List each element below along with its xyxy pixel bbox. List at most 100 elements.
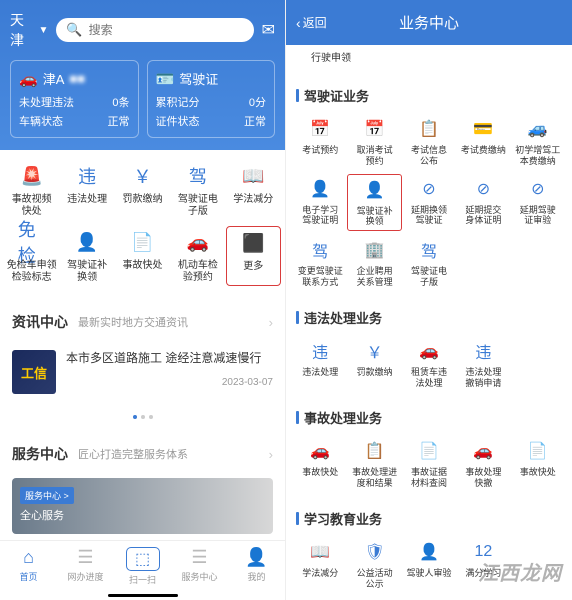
cat-icon: 🚗: [308, 439, 332, 463]
cat-0-item-10[interactable]: 驾变更驾驶证联系方式: [294, 238, 346, 288]
grid-item-9[interactable]: ⬛更多: [226, 226, 281, 286]
cat-0-item-1[interactable]: 📅取消考试预约: [348, 117, 400, 167]
grid-item-5[interactable]: 免检免检车申领检验标志: [6, 228, 57, 284]
title-bar-icon: [296, 512, 299, 525]
news-item[interactable]: 工信 本市多区道路施工 途经注意减速慢行 2023-03-07: [0, 342, 285, 402]
grid-item-0[interactable]: 🚨事故视频快处: [6, 162, 57, 218]
back-button[interactable]: ‹ 返回: [296, 14, 327, 31]
grid-item-1[interactable]: 违违法处理: [61, 162, 112, 218]
category-2: 事故处理业务🚗事故快处📋事故处理进度和结果📄事故证据材料查阅🚗事故处理快撤📄事故…: [294, 402, 564, 495]
grid-item-4[interactable]: 📖学法减分: [228, 162, 279, 218]
cat-3-item-0[interactable]: 📖学法减分: [294, 540, 346, 590]
grid-label: 驾驶证电子版: [178, 194, 218, 218]
cat-icon: 📅: [363, 117, 387, 141]
grid-item-8[interactable]: 🚗机动车检验预约: [172, 228, 223, 284]
nav-icon: 👤: [245, 547, 267, 568]
cat-0-item-8[interactable]: ⊘延期提交身体证明: [457, 177, 509, 229]
city-selector[interactable]: 天津: [10, 10, 31, 50]
grid-item-7[interactable]: 📄事故快处: [117, 228, 168, 284]
news-subtitle: 最新实时地方交通资讯: [78, 314, 269, 330]
cat-icon: 📄: [417, 439, 441, 463]
cat-2-item-0[interactable]: 🚗事故快处: [294, 439, 346, 489]
cat-0-item-7[interactable]: ⊘延期换领驾驶证: [403, 177, 455, 229]
category-0: 驾驶证业务📅考试预约📅取消考试预约📋考试信息公布💳考试费缴纳🚙初学增驾工本费缴纳…: [294, 80, 564, 294]
message-icon[interactable]: ✉: [262, 20, 275, 40]
cat-label: 事故证据材料查阅: [411, 467, 447, 489]
category-1: 违法处理业务违违法处理￥罚款缴纳🚗租赁车违法处理违违法处理撤销申请: [294, 302, 564, 395]
left-screenshot: 天津 ▼ 🔍 ✉ 🚗 津A ■■ 未处理违法 0条 车辆状态: [0, 0, 286, 600]
nav-item-0[interactable]: ⌂首页: [0, 547, 57, 586]
cat-icon: 违: [308, 339, 332, 363]
news-section-header[interactable]: 资讯中心 最新实时地方交通资讯 ›: [0, 302, 285, 342]
cat-0-item-12[interactable]: 驾驾驶证电子版: [403, 238, 455, 288]
grid-icon: 🚨: [18, 162, 46, 190]
title-bar-icon: [296, 89, 299, 102]
blurred-text: ■■: [69, 71, 85, 86]
nav-item-2[interactable]: ⬚扫一扫: [114, 547, 171, 586]
title-bar-icon: [296, 311, 299, 324]
cat-label: 变更驾驶证联系方式: [298, 266, 343, 288]
nav-item-1[interactable]: ☰网办进度: [57, 547, 114, 586]
cat-label: 违法处理撤销申请: [465, 367, 501, 389]
grid-icon: 📄: [128, 228, 156, 256]
cat-1-item-0[interactable]: 违违法处理: [294, 339, 346, 389]
cat-label: 学法减分: [302, 568, 338, 579]
back-arrow-icon: ‹: [296, 15, 301, 31]
grid-item-2[interactable]: ￥罚款缴纳: [117, 162, 168, 218]
nav-item-3[interactable]: ☰ 服务中心: [171, 547, 228, 586]
nav-label: 我的: [247, 570, 265, 583]
cat-0-item-5[interactable]: 👤电子学习驾驶证明: [294, 177, 346, 229]
grid-item-3[interactable]: 驾驾驶证电子版: [172, 162, 223, 218]
cat-2-item-4[interactable]: 📄事故快处: [512, 439, 564, 489]
license-card[interactable]: 🪪 驾驶证 累积记分 0分 证件状态 正常: [147, 60, 276, 138]
points-value: 0分: [249, 94, 266, 110]
back-label: 返回: [303, 14, 327, 31]
nav-item-4[interactable]: 👤 我的: [228, 547, 285, 586]
cat-0-item-0[interactable]: 📅考试预约: [294, 117, 346, 167]
cat-label: 事故处理快撤: [465, 467, 501, 489]
cat-icon: 驾: [308, 238, 332, 262]
plate-number: 津A: [43, 69, 65, 88]
news-thumbnail: 工信: [12, 350, 56, 394]
cat-2-item-1[interactable]: 📋事故处理进度和结果: [348, 439, 400, 489]
nav-label: 扫一扫: [129, 573, 156, 586]
chevron-down-icon[interactable]: ▼: [39, 25, 49, 36]
cat-0-item-11[interactable]: 🏢企业聘用关系管理: [348, 238, 400, 288]
cat-1-item-3[interactable]: 违违法处理撤销申请: [457, 339, 509, 389]
grid-item-6[interactable]: 👤驾驶证补换领: [61, 228, 112, 284]
cat-icon: 👤: [363, 178, 387, 202]
search-input[interactable]: [89, 23, 244, 37]
vehicle-card[interactable]: 🚗 津A ■■ 未处理违法 0条 车辆状态 正常: [10, 60, 139, 138]
nav-icon: ☰: [77, 547, 93, 568]
service-section-header[interactable]: 服务中心 匠心打造完整服务体系 ›: [0, 434, 285, 474]
grid-label: 违法处理: [67, 194, 107, 206]
cat-1-item-1[interactable]: ￥罚款缴纳: [348, 339, 400, 389]
cat-2-item-3[interactable]: 🚗 事故处理快撤: [457, 439, 509, 489]
cat-3-item-1[interactable]: 🛡公益活动公示: [348, 540, 400, 590]
cat-0-item-6[interactable]: 👤驾驶证补换领: [347, 174, 401, 232]
grid-label: 学法减分: [233, 194, 273, 206]
cat-label: 事故处理进度和结果: [352, 467, 397, 489]
cat-3-item-2[interactable]: 👤驾驶人审验: [403, 540, 455, 590]
cat-0-item-2[interactable]: 📋考试信息公布: [403, 117, 455, 167]
nav-icon: ☰: [191, 547, 207, 568]
cat-label: 电子学习驾驶证明: [302, 205, 338, 227]
nav-label: 服务中心: [181, 570, 217, 583]
service-banner[interactable]: 服务中心 > 全心服务: [12, 478, 273, 534]
cat-label: 驾驶人审验: [406, 568, 451, 579]
cat-icon: 🚗: [471, 439, 495, 463]
cat-0-item-9[interactable]: ⊘延期驾驶证审验: [512, 177, 564, 229]
grid-label: 罚款缴纳: [122, 194, 162, 206]
search-box[interactable]: 🔍: [56, 18, 253, 42]
cat-1-item-2[interactable]: 🚗租赁车违法处理: [403, 339, 455, 389]
cat-icon: 📄: [526, 439, 550, 463]
category-title: 学习教育业务: [294, 503, 564, 534]
cat-0-item-4[interactable]: 🚙初学增驾工本费缴纳: [512, 117, 564, 167]
license-status-value: 正常: [244, 113, 266, 129]
cat-icon: 🛡: [363, 540, 387, 564]
service-subtitle: 匠心打造完整服务体系: [78, 446, 269, 462]
partial-item[interactable]: 行驶申领: [306, 45, 356, 72]
cat-label: 延期换领驾驶证: [411, 205, 447, 227]
cat-2-item-2[interactable]: 📄 事故证据材料查阅: [403, 439, 455, 489]
cat-0-item-3[interactable]: 💳考试费缴纳: [457, 117, 509, 167]
